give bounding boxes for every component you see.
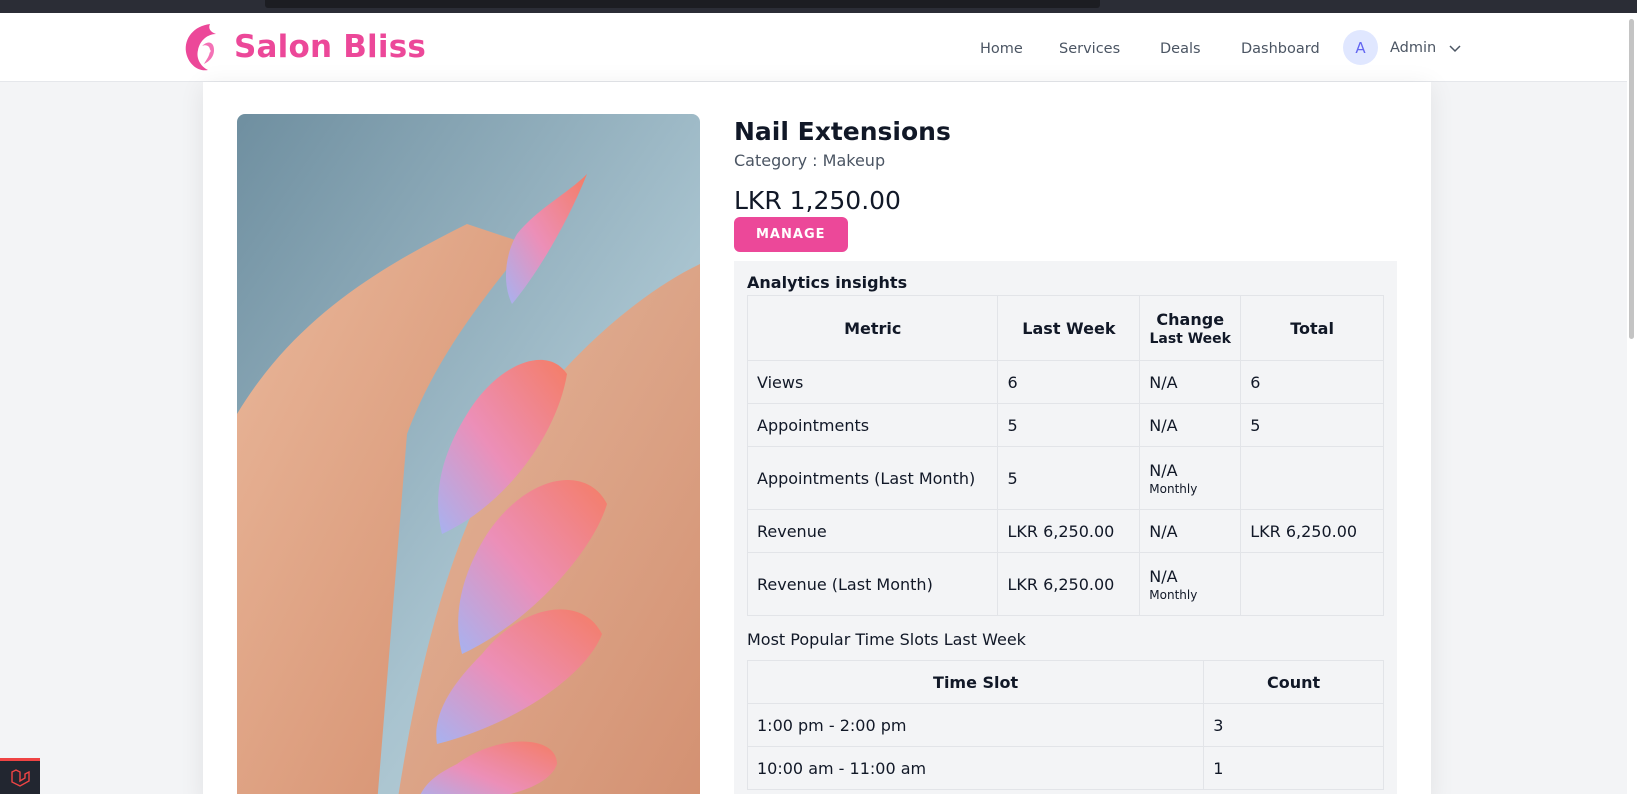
cell-last-week: LKR 6,250.00 bbox=[997, 509, 1141, 553]
cell-last-week: 5 bbox=[997, 446, 1141, 510]
table-row: 1:00 pm - 2:00 pm 3 bbox=[746, 703, 1384, 747]
cell-metric: Appointments bbox=[746, 403, 999, 447]
table-row: Appointments 5 N/A 5 bbox=[746, 403, 1384, 447]
table-row: Views 6 N/A 6 bbox=[746, 360, 1384, 404]
cell-total: 6 bbox=[1240, 360, 1384, 404]
cell-last-week: LKR 6,250.00 bbox=[997, 552, 1141, 616]
header-total: Total bbox=[1240, 295, 1384, 361]
nav-deals[interactable]: Deals bbox=[1160, 41, 1201, 57]
cell-last-week: 5 bbox=[997, 403, 1141, 447]
browser-top-strip bbox=[0, 0, 1637, 13]
brand[interactable]: Salon Bliss bbox=[180, 19, 426, 75]
service-title: Nail Extensions bbox=[734, 117, 951, 146]
avatar: A bbox=[1343, 30, 1378, 65]
time-slots-title: Most Popular Time Slots Last Week bbox=[747, 630, 1026, 649]
scrollbar-thumb[interactable] bbox=[1629, 19, 1634, 339]
cell-change: N/A bbox=[1139, 403, 1242, 447]
cell-change-sub: Monthly bbox=[1149, 587, 1198, 602]
cell-metric: Revenue (Last Month) bbox=[746, 552, 999, 616]
header-change: Change Last Week bbox=[1139, 295, 1242, 361]
service-image bbox=[237, 114, 700, 794]
cell-time-slot: 1:00 pm - 2:00 pm bbox=[746, 703, 1205, 747]
table-row: Revenue LKR 6,250.00 N/A LKR 6,250.00 bbox=[746, 509, 1384, 553]
service-details: Nail Extensions Category : Makeup LKR 1,… bbox=[734, 114, 1398, 252]
laravel-icon bbox=[11, 768, 30, 787]
cell-total: 5 bbox=[1240, 403, 1384, 447]
analytics-table: Metric Last Week Change Last Week Total V… bbox=[746, 295, 1384, 616]
header-change-label: Change bbox=[1156, 309, 1225, 329]
nail-photo-icon bbox=[237, 114, 700, 794]
analytics-panel: Analytics insights Metric Last Week Chan… bbox=[734, 261, 1397, 794]
debugbar-toggle[interactable] bbox=[0, 758, 40, 794]
manage-button[interactable]: MANAGE bbox=[734, 217, 848, 252]
cell-total bbox=[1240, 552, 1384, 616]
cell-total bbox=[1240, 446, 1384, 510]
service-category: Category : Makeup bbox=[734, 151, 886, 170]
table-row: Revenue (Last Month) LKR 6,250.00 N/A Mon… bbox=[746, 552, 1384, 616]
time-slots-table: Time Slot Count 1:00 pm - 2:00 pm 3 10:0… bbox=[746, 660, 1384, 790]
service-price: LKR 1,250.00 bbox=[734, 186, 901, 215]
cell-last-week: 6 bbox=[997, 360, 1141, 404]
user-menu[interactable]: A Admin bbox=[1343, 30, 1462, 65]
cell-change-value: N/A bbox=[1149, 566, 1178, 586]
cell-metric: Appointments (Last Month) bbox=[746, 446, 999, 510]
cell-count: 3 bbox=[1203, 703, 1384, 747]
navbar: Salon Bliss Home Services Deals Dashboar… bbox=[0, 13, 1637, 82]
nav-services[interactable]: Services bbox=[1059, 41, 1120, 57]
nav-dashboard[interactable]: Dashboard bbox=[1241, 41, 1320, 57]
cell-change: N/A Monthly bbox=[1139, 552, 1242, 616]
header-count: Count bbox=[1203, 660, 1384, 704]
cell-count: 1 bbox=[1203, 746, 1384, 790]
table-row: Appointments (Last Month) 5 N/A Monthly bbox=[746, 446, 1384, 510]
table-header-row: Metric Last Week Change Last Week Total bbox=[746, 295, 1384, 361]
header-time-slot: Time Slot bbox=[746, 660, 1205, 704]
cell-change-sub: Monthly bbox=[1149, 481, 1198, 496]
cell-change: N/A Monthly bbox=[1139, 446, 1242, 510]
salon-logo-icon bbox=[185, 24, 216, 71]
user-name: Admin bbox=[1390, 39, 1437, 56]
header-change-sub: Last Week bbox=[1149, 330, 1231, 347]
nav-home[interactable]: Home bbox=[980, 41, 1023, 57]
cell-total: LKR 6,250.00 bbox=[1240, 509, 1384, 553]
brand-name: Salon Bliss bbox=[234, 29, 427, 65]
scrollbar[interactable] bbox=[1627, 13, 1637, 794]
cell-change: N/A bbox=[1139, 360, 1242, 404]
cell-metric: Revenue bbox=[746, 509, 999, 553]
header-last-week: Last Week bbox=[997, 295, 1141, 361]
cell-metric: Views bbox=[746, 360, 999, 404]
browser-tab-bar bbox=[265, 0, 1100, 8]
table-row: 10:00 am - 11:00 am 1 bbox=[746, 746, 1384, 790]
analytics-title: Analytics insights bbox=[747, 273, 908, 292]
cell-time-slot: 10:00 am - 11:00 am bbox=[746, 746, 1205, 790]
table-header-row: Time Slot Count bbox=[746, 660, 1384, 704]
chevron-down-icon bbox=[1449, 44, 1461, 52]
cell-change-value: N/A bbox=[1149, 460, 1178, 480]
header-metric: Metric bbox=[746, 295, 999, 361]
cell-change: N/A bbox=[1139, 509, 1242, 553]
